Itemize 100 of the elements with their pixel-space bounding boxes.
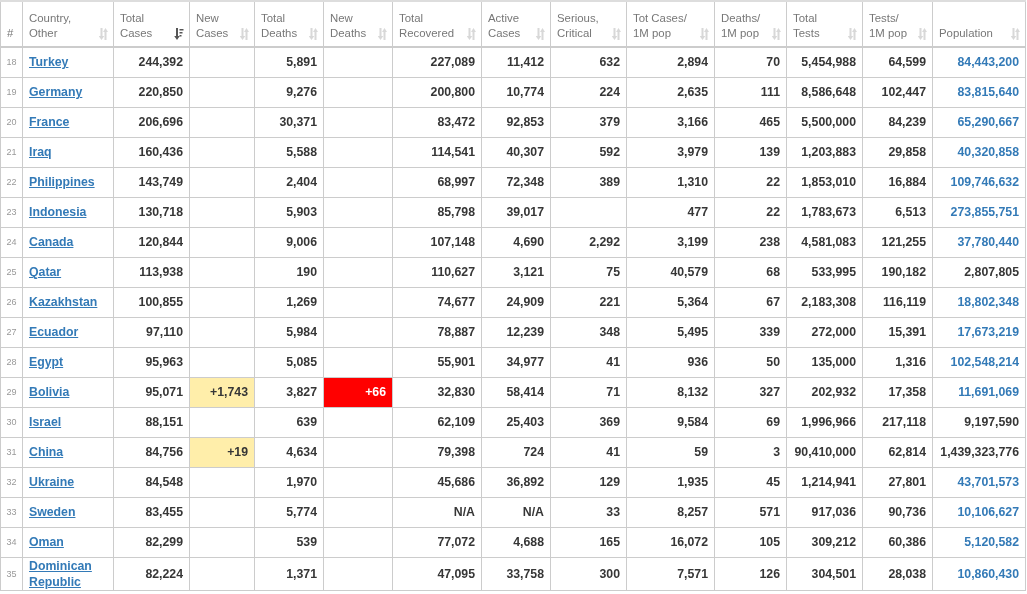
column-header[interactable]: Total Cases (113, 1, 190, 47)
table-cell: 85,798 (392, 197, 482, 227)
table-cell: 5,984 (254, 317, 324, 347)
table-cell: 90,410,000 (786, 437, 863, 467)
column-header[interactable]: Country, Other (22, 1, 114, 47)
table-cell: 9,276 (254, 77, 324, 107)
header-label: Population (939, 26, 993, 41)
table-cell: 40,307 (481, 137, 551, 167)
table-cell: 2,292 (550, 227, 627, 257)
column-header[interactable]: Population (932, 1, 1026, 47)
row-number: 31 (0, 437, 23, 467)
table-cell: 139 (714, 137, 787, 167)
table-cell: 224 (550, 77, 627, 107)
table-cell: 3,979 (626, 137, 715, 167)
column-header[interactable]: Tests/ 1M pop (862, 1, 933, 47)
table-cell: 111 (714, 77, 787, 107)
row-number: 33 (0, 497, 23, 527)
table-cell: 1,439,323,776 (932, 437, 1026, 467)
table-cell: 8,132 (626, 377, 715, 407)
row-number: 22 (0, 167, 23, 197)
table-cell: 9,006 (254, 227, 324, 257)
table-cell: 82,224 (113, 557, 190, 590)
column-header[interactable]: Total Tests (786, 1, 863, 47)
table-cell: 95,071 (113, 377, 190, 407)
table-cell: 75 (550, 257, 627, 287)
table-cell: 327 (714, 377, 787, 407)
table-cell: 1,996,966 (786, 407, 863, 437)
table-cell: 74,677 (392, 287, 482, 317)
table-cell: 12,239 (481, 317, 551, 347)
table-cell: 39,017 (481, 197, 551, 227)
row-number: 30 (0, 407, 23, 437)
header-label: Deaths/ 1M pop (721, 11, 761, 41)
table-cell: 16,072 (626, 527, 715, 557)
table-cell: 227,089 (392, 47, 482, 77)
table-cell: 1,316 (862, 347, 933, 377)
table-cell: 50 (714, 347, 787, 377)
table-cell: 202,932 (786, 377, 863, 407)
table-cell: 17,358 (862, 377, 933, 407)
table-cell: 1,970 (254, 467, 324, 497)
table-cell: 1,853,010 (786, 167, 863, 197)
column-header[interactable]: Serious, Critical (550, 1, 627, 47)
table-cell: 1,935 (626, 467, 715, 497)
table-cell: +1,743 (189, 377, 255, 407)
table-cell: 1,214,941 (786, 467, 863, 497)
country-link[interactable]: Iraq (29, 144, 52, 160)
table-cell: 29,858 (862, 137, 933, 167)
table-cell: 11,412 (481, 47, 551, 77)
table-cell: +66 (323, 377, 393, 407)
table-cell: 84,756 (113, 437, 190, 467)
table-cell: 339 (714, 317, 787, 347)
table-cell: 221 (550, 287, 627, 317)
table-cell: 135,000 (786, 347, 863, 377)
table-cell: 30,371 (254, 107, 324, 137)
table-cell: 300 (550, 557, 627, 590)
table-cell: 4,581,083 (786, 227, 863, 257)
table-cell: 1,371 (254, 557, 324, 590)
table-cell: 121,255 (862, 227, 933, 257)
table-cell: 272,000 (786, 317, 863, 347)
column-header[interactable]: New Cases (189, 1, 255, 47)
table-cell: 1,310 (626, 167, 715, 197)
table-cell: 309,212 (786, 527, 863, 557)
table-cell: 244,392 (113, 47, 190, 77)
table-cell: 2,807,805 (932, 257, 1026, 287)
table-cell: +19 (189, 437, 255, 467)
table-cell: 190 (254, 257, 324, 287)
table-cell: 1,269 (254, 287, 324, 317)
table-cell: 4,690 (481, 227, 551, 257)
column-header[interactable]: Deaths/ 1M pop (714, 1, 787, 47)
table-cell: N/A (392, 497, 482, 527)
table-cell: 55,901 (392, 347, 482, 377)
column-header[interactable]: Tot Cases/ 1M pop (626, 1, 715, 47)
column-header[interactable]: Active Cases (481, 1, 551, 47)
table-cell: 5,774 (254, 497, 324, 527)
table-cell: 105 (714, 527, 787, 557)
country-link[interactable]: Qatar (29, 264, 62, 280)
table-cell: 9,197,590 (932, 407, 1026, 437)
table-cell: 8,586,648 (786, 77, 863, 107)
table-cell: 143,749 (113, 167, 190, 197)
country-link[interactable]: Israel (29, 414, 62, 430)
table-cell: 2,635 (626, 77, 715, 107)
sort-icon[interactable] (174, 28, 184, 40)
column-header[interactable]: New Deaths (323, 1, 393, 47)
table-cell: 592 (550, 137, 627, 167)
table-cell: 129 (550, 467, 627, 497)
row-number: 24 (0, 227, 23, 257)
row-number: 34 (0, 527, 23, 557)
table-cell: 238 (714, 227, 787, 257)
table-cell: 539 (254, 527, 324, 557)
table-cell: 32,830 (392, 377, 482, 407)
table-cell: 95,963 (113, 347, 190, 377)
column-header[interactable]: Total Recovered (392, 1, 482, 47)
column-header[interactable]: Total Deaths (254, 1, 324, 47)
table-cell: 62,814 (862, 437, 933, 467)
table-cell: 68 (714, 257, 787, 287)
table-cell: 10,774 (481, 77, 551, 107)
table-cell: 47,095 (392, 557, 482, 590)
table-cell: 160,436 (113, 137, 190, 167)
table-cell: 533,995 (786, 257, 863, 287)
table-cell: 33 (550, 497, 627, 527)
table-cell: 114,541 (392, 137, 482, 167)
